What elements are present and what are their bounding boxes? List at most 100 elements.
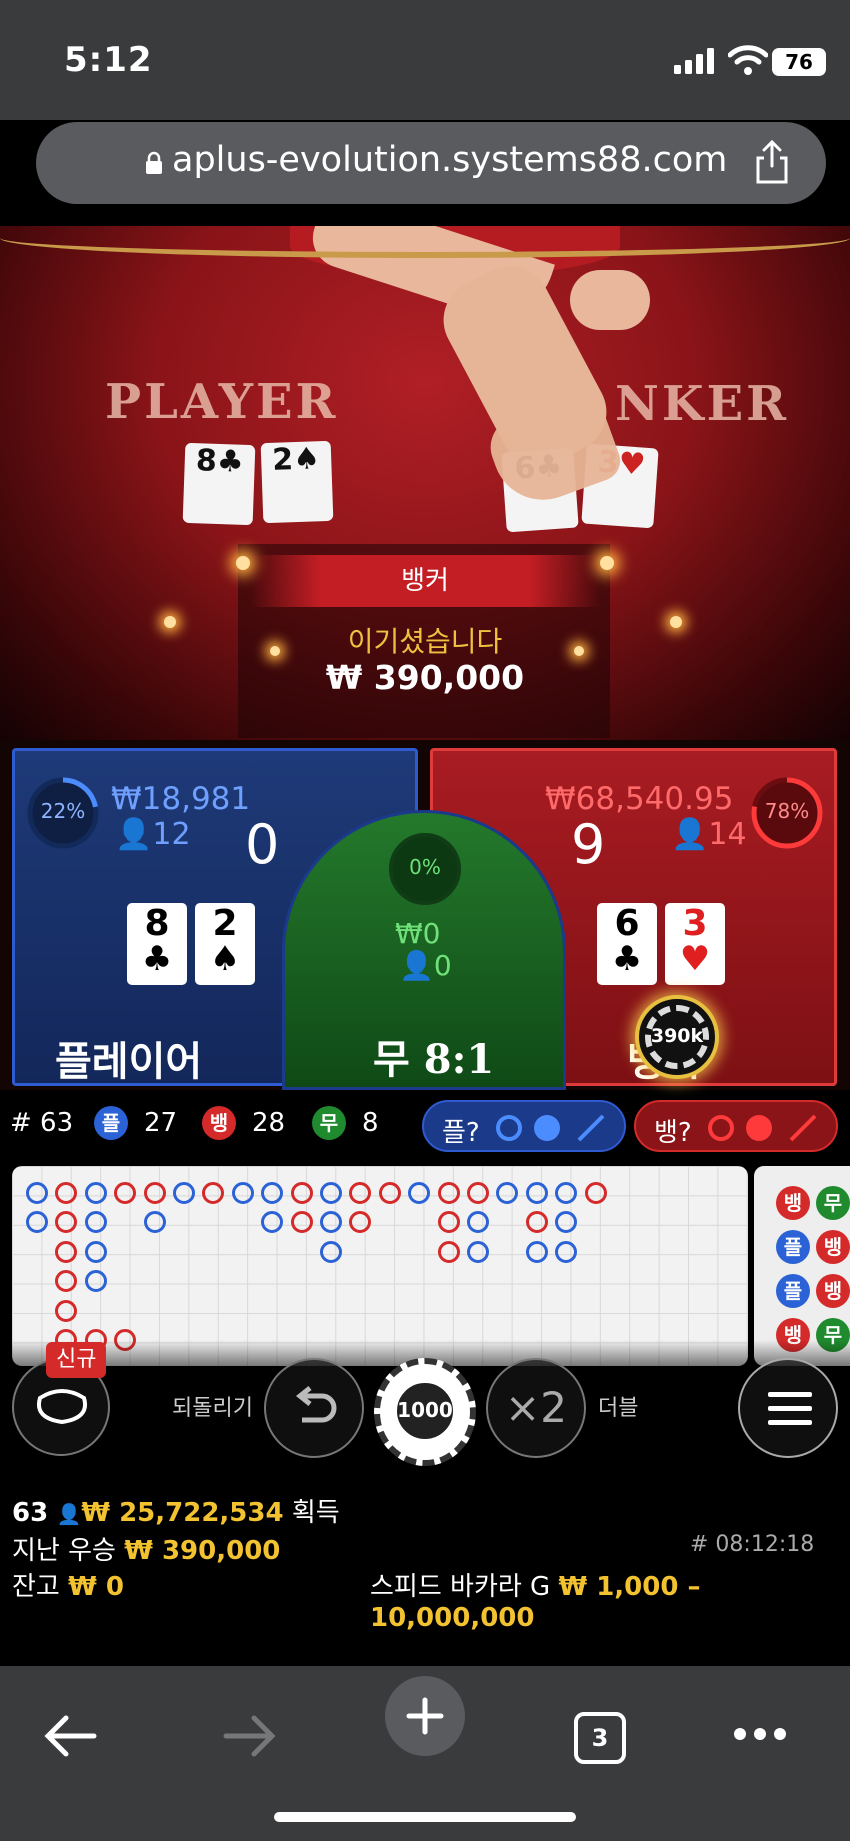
road-mark: [261, 1182, 284, 1204]
road-mark: [496, 1182, 519, 1204]
table-banker-text: NKER: [615, 376, 790, 432]
tie-count-badge: 무: [312, 1106, 346, 1140]
wifi-icon: [728, 45, 768, 75]
table-limits: 스피드 바카라 G ₩ 1,000 – 10,000,000: [370, 1572, 701, 1633]
game-info: 63 👤₩ 25,722,534 획득 지난 우승 ₩ 390,000 # 08…: [0, 1470, 850, 1666]
cockroach-road-icon: [789, 1114, 817, 1142]
player-card: 2 ♠: [195, 903, 255, 985]
new-badge: 신규: [46, 1342, 107, 1378]
road-mark: [467, 1182, 489, 1204]
player-score: 0: [245, 813, 280, 876]
tie-total-bet: ₩0: [395, 917, 441, 950]
road-mark: [55, 1270, 78, 1293]
undo-label: 되돌리기: [172, 1396, 253, 1421]
banker-total-bet: ₩68,540.95: [545, 781, 734, 817]
new-tab-button[interactable]: [385, 1676, 465, 1756]
banker-predict-button[interactable]: 뱅?: [634, 1100, 838, 1152]
last-win: 지난 우승 ₩ 390,000: [12, 1536, 281, 1566]
big-eye-icon: [534, 1115, 560, 1141]
forward-icon[interactable]: [222, 1714, 276, 1758]
player-label: 플레이어: [55, 1039, 203, 1085]
user-icon: 👤: [115, 817, 153, 852]
tie-bet-spot[interactable]: 0% ₩0 👤0 무 8:1: [282, 810, 566, 1090]
player-card: 8 ♣: [127, 903, 187, 985]
road-mark: [320, 1240, 342, 1263]
cellular-signal-icon: [674, 48, 714, 74]
banker-percent: 78%: [764, 799, 810, 823]
plus-icon: [406, 1697, 444, 1735]
road-mark: [525, 1182, 548, 1204]
road-mark: [143, 1211, 166, 1234]
win-message: 이기셨습니다: [347, 625, 503, 658]
player-percent: 22%: [40, 799, 86, 823]
road-mark: [55, 1240, 78, 1263]
chip-value: 1000: [397, 1398, 453, 1422]
road-mark: [55, 1299, 78, 1322]
round-number: # 63: [10, 1108, 74, 1138]
big-eye-icon: [746, 1115, 772, 1141]
road-mark: [84, 1182, 107, 1204]
road-mark: [467, 1211, 489, 1234]
road-mark: [173, 1182, 195, 1204]
bead-road-scoreboard[interactable]: 뱅 무 플 뱅 플 뱅 뱅 무: [754, 1166, 850, 1366]
road-mark: [555, 1182, 578, 1204]
status-time: 5:12: [64, 40, 153, 80]
winner-banner: 뱅커: [250, 555, 600, 607]
url-text[interactable]: aplus-evolution.systems88.com: [172, 140, 727, 180]
player-predict-button[interactable]: 플?: [422, 1100, 626, 1152]
sparkle: [670, 616, 682, 628]
tie-users: 👤0: [399, 949, 452, 982]
tabs-button[interactable]: 3: [574, 1712, 626, 1764]
road-mark: [525, 1240, 548, 1263]
road-mark: [349, 1182, 372, 1204]
user-icon: 👤: [56, 1502, 82, 1526]
road-mark: [437, 1182, 460, 1204]
road-mark: [26, 1211, 48, 1234]
double-label: 더블: [598, 1396, 639, 1421]
road-mark: [143, 1182, 166, 1204]
road-mark: [202, 1182, 225, 1204]
bead-cell: 뱅: [776, 1186, 810, 1220]
cockroach-road-icon: [577, 1114, 605, 1142]
table-rail: [0, 226, 850, 258]
undo-button[interactable]: [264, 1358, 364, 1458]
road-mark: [408, 1182, 431, 1204]
chip-selector[interactable]: 1000: [374, 1358, 476, 1466]
road-mark: [584, 1182, 607, 1204]
bead-cell: 뱅: [816, 1274, 850, 1308]
road-mark: [84, 1270, 107, 1293]
share-icon[interactable]: [752, 138, 792, 186]
hamburger-icon: [768, 1392, 812, 1425]
road-mark: [261, 1211, 284, 1234]
player-users: 👤12: [115, 817, 191, 852]
bead-cell: 뱅: [816, 1230, 850, 1264]
user-icon: 👤: [671, 817, 709, 852]
road-mark: [555, 1240, 578, 1263]
more-icon[interactable]: [732, 1726, 788, 1742]
back-icon[interactable]: [44, 1714, 98, 1758]
big-road-icon: [496, 1115, 522, 1141]
road-mark: [84, 1240, 107, 1263]
lock-icon: [146, 151, 162, 174]
banker-count: 28: [252, 1108, 286, 1138]
road-mark: [231, 1182, 254, 1204]
road-mark: [467, 1240, 489, 1263]
tie-count: 8: [362, 1108, 379, 1138]
road-mark: [114, 1182, 137, 1204]
double-button[interactable]: ×2: [486, 1358, 586, 1458]
table-card: 2♠: [260, 440, 334, 524]
bead-cell: 무: [816, 1186, 850, 1220]
menu-button[interactable]: [738, 1358, 838, 1458]
sparkle: [236, 556, 250, 570]
battery-indicator: 76: [772, 48, 826, 76]
road-mark: [437, 1240, 460, 1263]
bead-cell: 플: [776, 1274, 810, 1308]
big-road-scoreboard[interactable]: [12, 1166, 748, 1366]
table-card: 8♣: [182, 442, 256, 526]
balance: 잔고 ₩ 0: [12, 1572, 124, 1602]
table-player-text: PLAYER: [105, 374, 339, 430]
road-mark: [555, 1211, 578, 1234]
road-mark: [320, 1211, 342, 1234]
road-mark: [26, 1182, 48, 1204]
stats-bar: # 63 플 27 뱅 28 무 8 플? 뱅?: [0, 1096, 850, 1156]
